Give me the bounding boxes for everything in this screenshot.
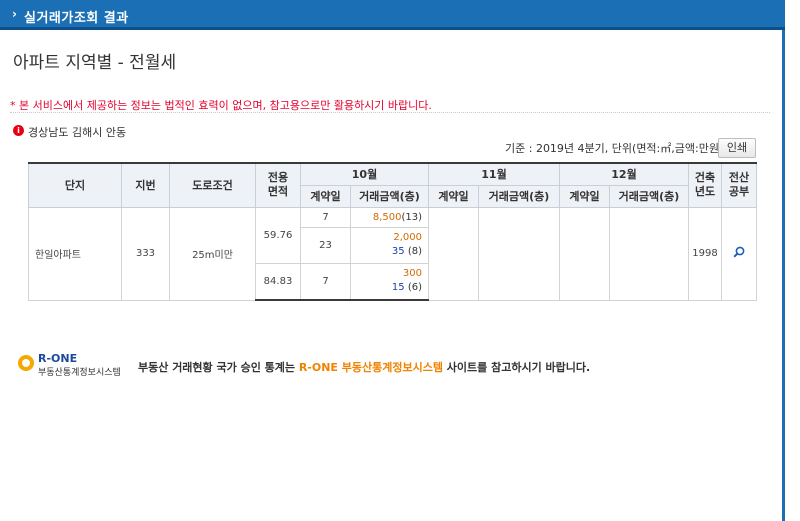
built-year: 1998 (688, 206, 722, 301)
ledger-cell[interactable] (721, 206, 757, 301)
rone-logo-icon (18, 355, 34, 371)
header-road: 도로조건 (169, 162, 256, 208)
header-dec: 12월 (559, 162, 689, 186)
rone-text-before: 부동산 거래현황 국가 승인 통계는 (138, 361, 299, 374)
disclaimer-notice: * 본 서비스에서 제공하는 정보는 법적인 효력이 없으며, 참고용으로만 활… (10, 99, 432, 112)
rone-link[interactable]: R-ONE 부동산통계정보시스템 (299, 361, 443, 374)
contract-day: 23 (300, 226, 351, 264)
area-cell: 84.83 (255, 262, 301, 301)
deposit-amount: 300 (402, 268, 422, 280)
nov-amount-empty (478, 206, 560, 301)
header-oct: 10월 (300, 162, 429, 186)
rent-amount: 35 (391, 246, 405, 257)
print-button[interactable]: 인쇄 (718, 138, 756, 158)
amount-cell: 8,500(13) (350, 206, 429, 228)
amount-cell: 300 15 (6) (350, 262, 429, 301)
complex-name[interactable]: 한일아파트 (28, 206, 122, 301)
header-built: 건축 년도 (688, 162, 722, 208)
location-label: 경상남도 김해시 안동 (28, 126, 127, 139)
rent-amount: 15 (391, 282, 405, 294)
header-oct-amount: 거래금액(층) (350, 184, 429, 208)
floor: (13) (401, 211, 422, 223)
contract-day: 7 (300, 206, 351, 228)
titlebar-title: 실거래가조회 결과 (24, 11, 129, 26)
header-lot: 지번 (121, 162, 170, 208)
header-nov-amount: 거래금액(층) (478, 184, 560, 208)
road-condition: 25m미만 (169, 206, 256, 301)
header-dec-day: 계약일 (559, 184, 610, 208)
header-nov-day: 계약일 (428, 184, 479, 208)
search-icon[interactable] (733, 246, 745, 258)
amount-cell: 2,000 35 (8) (350, 226, 429, 264)
header-complex: 단지 (28, 162, 122, 208)
rone-text-after: 사이트를 참고하시기 바랍니다. (442, 361, 591, 374)
dec-amount-empty (609, 206, 689, 301)
lot-number: 333 (121, 206, 170, 301)
page-title: 아파트 지역별 - 전월세 (13, 53, 177, 73)
header-oct-day: 계약일 (300, 184, 351, 208)
dec-day-empty (559, 206, 610, 301)
floor: (8) (407, 246, 422, 257)
transaction-table: 단지 지번 도로조건 전용 면적 10월 11월 12월 건축 년도 전산 공부… (28, 162, 757, 301)
header-nov: 11월 (428, 162, 560, 186)
title-arrow-icon: › (12, 7, 17, 21)
header-ledger: 전산 공부 (721, 162, 757, 208)
basis-info: 기준 : 2019년 4분기, 단위(면적:㎡,금액:만원) (505, 142, 724, 155)
rone-message: 부동산 거래현황 국가 승인 통계는 R-ONE 부동산통계정보시스템 사이트를… (138, 359, 590, 375)
contract-day: 7 (300, 262, 351, 301)
nov-day-empty (428, 206, 479, 301)
rone-name: R-ONE (38, 352, 78, 365)
alert-icon: i (13, 125, 24, 136)
area-cell: 59.76 (255, 206, 301, 264)
header-dec-amount: 거래금액(층) (609, 184, 689, 208)
sale-amount: 8,500 (372, 211, 402, 223)
right-border (782, 30, 785, 521)
rone-subtitle: 부동산통계정보시스템 (38, 368, 121, 378)
floor: (6) (407, 282, 422, 294)
header-area: 전용 면적 (255, 162, 301, 208)
notice-divider (10, 112, 770, 113)
deposit-amount: 2,000 (393, 232, 422, 243)
result-titlebar: › 실거래가조회 결과 (0, 0, 785, 30)
